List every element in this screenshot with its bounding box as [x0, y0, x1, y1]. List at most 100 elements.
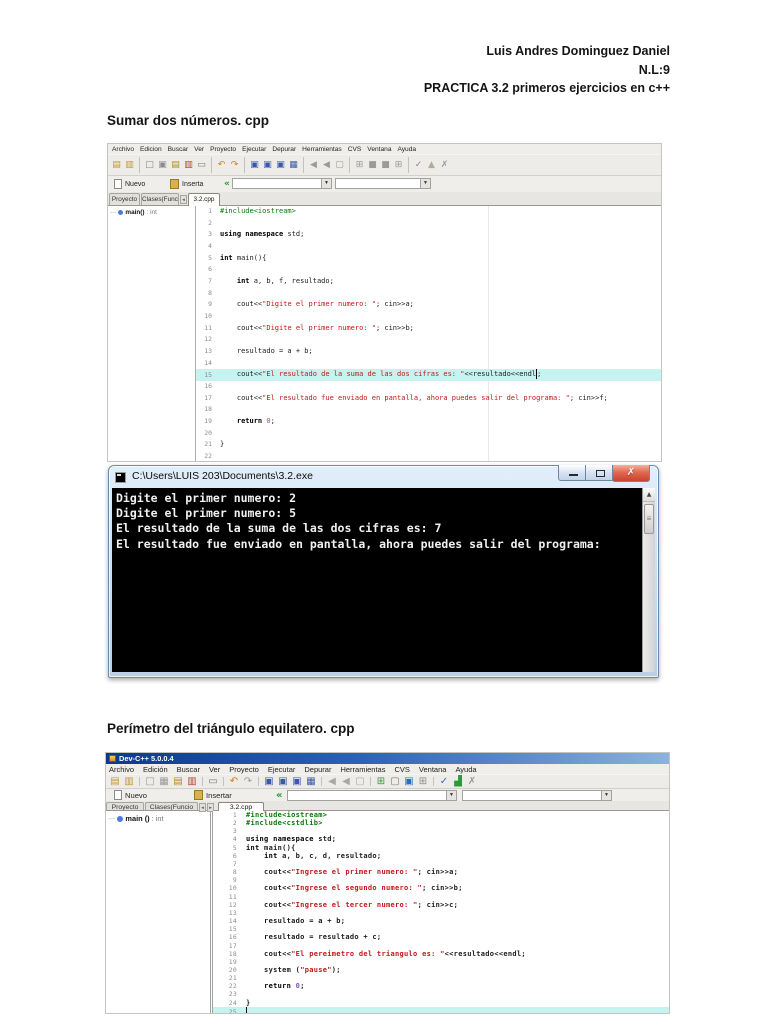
syntax-check-icon[interactable]: ✓ — [412, 158, 425, 173]
open-file-icon[interactable]: ▤ — [110, 158, 123, 173]
profile-window-1-icon[interactable]: ■ — [366, 158, 379, 173]
step-over-icon[interactable]: ◀ — [339, 775, 353, 788]
toolbar-combo-1[interactable]: ▼ — [287, 790, 457, 801]
print-icon[interactable]: ▭ — [206, 775, 220, 788]
insertar-button[interactable]: Insertar — [194, 789, 232, 801]
ide2-titlebar[interactable]: Dev-C++ 5.0.0.4 — [106, 753, 669, 764]
compile-and-run-icon[interactable]: ▣ — [274, 158, 287, 173]
debug-icon[interactable]: ◀ — [325, 775, 339, 788]
menu-item-buscar[interactable]: Buscar — [177, 765, 200, 774]
tab-source-file[interactable]: 3.2.cpp — [218, 802, 264, 811]
close-button[interactable]: ✗ — [612, 465, 650, 482]
debug-icon[interactable]: ◀ — [307, 158, 320, 173]
tab-clases[interactable]: Clases(Funcio — [145, 802, 198, 810]
tree-item-main[interactable]: --- main() : int — [108, 206, 195, 216]
menu-item-ver[interactable]: Ver — [194, 146, 204, 153]
new-source-icon[interactable]: □ — [143, 775, 157, 788]
chevron-down-icon[interactable]: ▼ — [420, 179, 430, 188]
window-layout-2-icon[interactable]: ▣ — [402, 775, 416, 788]
menu-item-herramientas[interactable]: Herramientas — [302, 146, 342, 153]
stop-execution-icon[interactable]: ▢ — [353, 775, 367, 788]
tree-item-main[interactable]: --- main () : int — [106, 811, 210, 823]
compile-icon[interactable]: ▣ — [248, 158, 261, 173]
run-icon[interactable]: ▣ — [261, 158, 274, 173]
rebuild-all-icon[interactable]: ▦ — [304, 775, 318, 788]
rebuild-all-icon[interactable]: ▦ — [287, 158, 300, 173]
toolbar-combo-2[interactable]: ▼ — [335, 178, 431, 189]
close-x-icon[interactable]: ✗ — [465, 775, 479, 788]
tab-source-file[interactable]: 3.2.cpp — [188, 193, 220, 206]
menu-item-herramientas[interactable]: Herramientas — [340, 765, 385, 774]
new-project-wizard-icon[interactable]: ⊞ — [374, 775, 388, 788]
undo-icon[interactable]: ↶ — [227, 775, 241, 788]
profile-grid-2-icon[interactable]: ⊞ — [392, 158, 405, 173]
console-titlebar[interactable]: C:\Users\LUIS 203\Documents\3.2.exe ✗ — [109, 465, 658, 488]
profile-chart-icon[interactable]: ▟ — [451, 775, 465, 788]
nuevo-button[interactable]: Nuevo — [114, 789, 147, 801]
nuevo-button[interactable]: Nuevo — [114, 176, 145, 192]
open-project-icon[interactable]: ▤ — [171, 775, 185, 788]
menu-item-proyecto[interactable]: Proyecto — [229, 765, 259, 774]
tab-scroll-left-icon[interactable]: ◂ — [199, 803, 206, 812]
open-file-icon[interactable]: ▤ — [108, 775, 122, 788]
menu-item-proyecto[interactable]: Proyecto — [210, 146, 236, 153]
chevron-down-icon[interactable]: ▼ — [446, 791, 456, 800]
step-over-icon[interactable]: ◀ — [320, 158, 333, 173]
run-icon[interactable]: ▣ — [276, 775, 290, 788]
tab-clases[interactable]: Clases(Funcio — [141, 193, 179, 205]
profile-grid-icon[interactable]: ⊞ — [353, 158, 366, 173]
new-project-icon[interactable]: ▣ — [156, 158, 169, 173]
menu-item-ventana[interactable]: Ventana — [367, 146, 391, 153]
menu-item-edicion[interactable]: Edicion — [140, 146, 162, 153]
profile-window-2-icon[interactable]: ■ — [379, 158, 392, 173]
chevron-down-icon[interactable]: ▼ — [321, 179, 331, 188]
new-form-icon[interactable]: ▦ — [157, 775, 171, 788]
menu-item-depurar[interactable]: Depurar — [272, 146, 296, 153]
maximize-button[interactable] — [585, 465, 613, 481]
menu-item-ejecutar[interactable]: Ejecutar — [242, 146, 266, 153]
menu-item-ayuda[interactable]: Ayuda — [397, 146, 416, 153]
menu-item-cvs[interactable]: CVS — [394, 765, 409, 774]
abort-icon[interactable]: ✗ — [438, 158, 451, 173]
tab-proyecto[interactable]: Proyecto — [109, 193, 140, 205]
menu-item-ver[interactable]: Ver — [209, 765, 220, 774]
minimize-button[interactable] — [558, 465, 586, 481]
close-project-icon[interactable]: ▥ — [185, 775, 199, 788]
inserta-button[interactable]: Inserta — [170, 176, 203, 192]
compile-icon[interactable]: ▣ — [262, 775, 276, 788]
menu-item-buscar[interactable]: Buscar — [168, 146, 189, 153]
toolbar-combo-1[interactable]: ▼ — [232, 178, 332, 189]
save-all-icon[interactable]: ▥ — [122, 775, 136, 788]
scrollbar-thumb[interactable]: ≡ — [644, 504, 654, 534]
menu-item-archivo[interactable]: Archivo — [112, 146, 134, 153]
ide1-code-editor[interactable]: 1 #include<iostream> 2 3 using namespace std… — [196, 206, 661, 461]
syntax-check-icon[interactable]: ✓ — [437, 775, 451, 788]
compile-and-run-icon[interactable]: ▣ — [290, 775, 304, 788]
menu-item-depurar[interactable]: Depurar — [304, 765, 331, 774]
tab-scroll-left-icon[interactable]: ◂ — [180, 195, 187, 204]
redo-icon[interactable]: ↷ — [228, 158, 241, 173]
menu-item-cvs[interactable]: CVS — [348, 146, 362, 153]
close-file-icon[interactable]: ▥ — [182, 158, 195, 173]
toolbar-combo-2[interactable]: ▼ — [462, 790, 612, 801]
alert-icon[interactable]: ▲ — [425, 158, 438, 173]
menu-item-ayuda[interactable]: Ayuda — [455, 765, 476, 774]
save-file-icon[interactable]: ▥ — [123, 158, 136, 173]
window-layout-1-icon[interactable]: ▢ — [388, 775, 402, 788]
undo-icon[interactable]: ↶ — [215, 158, 228, 173]
print-icon[interactable]: ▭ — [195, 158, 208, 173]
menu-item-ejecutar[interactable]: Ejecutar — [268, 765, 296, 774]
stop-execution-icon[interactable]: ▢ — [333, 158, 346, 173]
open-project-icon[interactable]: ▤ — [169, 158, 182, 173]
new-source-icon[interactable]: □ — [143, 158, 156, 173]
tab-proyecto[interactable]: Proyecto — [106, 802, 144, 810]
menu-item-edición[interactable]: Edición — [143, 765, 168, 774]
window-grid-icon[interactable]: ⊞ — [416, 775, 430, 788]
ide2-code-editor[interactable]: 1 #include<iostream> 2 #include<cstdlib> 3 4 u… — [213, 811, 669, 1013]
redo-icon[interactable]: ↷ — [241, 775, 255, 788]
chevron-down-icon[interactable]: ▼ — [601, 791, 611, 800]
menu-item-ventana[interactable]: Ventana — [419, 765, 447, 774]
scroll-up-icon[interactable]: ▲ — [643, 488, 655, 502]
console-scrollbar[interactable]: ▲ ≡ — [642, 488, 655, 672]
menu-item-archivo[interactable]: Archivo — [109, 765, 134, 774]
